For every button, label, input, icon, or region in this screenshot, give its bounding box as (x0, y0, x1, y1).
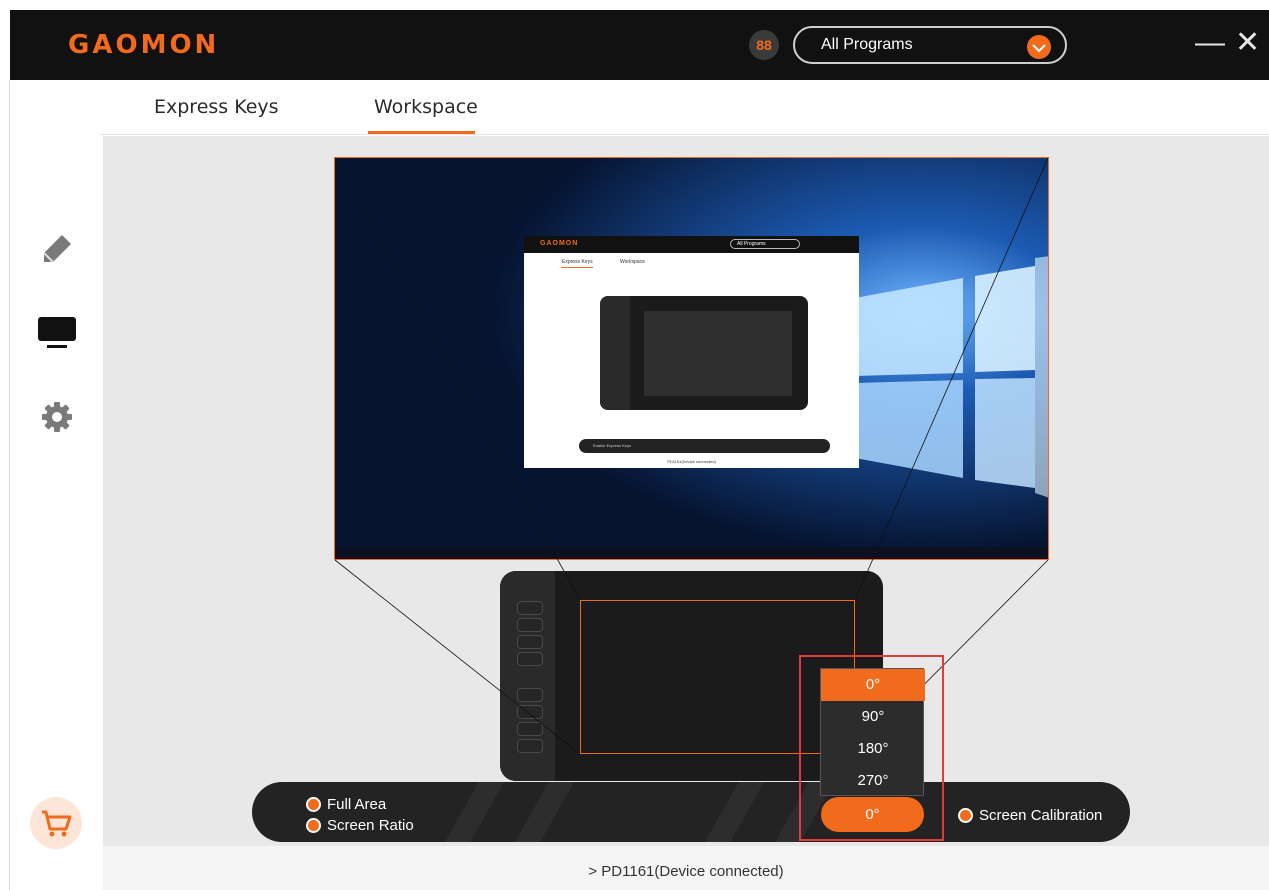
monitor-preview: GAOMON All Programs Express Keys Workspa… (334, 157, 1049, 560)
close-button[interactable]: ✕ (1235, 28, 1260, 58)
preview-tablet (600, 296, 808, 410)
device-status[interactable]: > PD1161(Device connected) (103, 863, 1269, 880)
cart-icon (42, 810, 72, 837)
active-tab-indicator (368, 131, 475, 134)
pen-icon[interactable] (40, 232, 74, 266)
tablet-key (517, 722, 543, 736)
minimize-button[interactable]: — (1195, 28, 1225, 58)
preview-enable-label: Enable Express Keys (593, 443, 632, 448)
monitor-icon[interactable] (37, 316, 77, 350)
title-bar: GAOMON 88 All Programs — ✕ (10, 10, 1269, 80)
tablet-key (517, 601, 543, 615)
tablet-key (517, 635, 543, 649)
full-area-option[interactable]: Full Area (306, 796, 386, 813)
full-area-label: Full Area (327, 796, 387, 813)
radio-icon (306, 797, 321, 812)
chevron-right-icon: > (588, 863, 602, 880)
tablet-key (517, 705, 543, 719)
preview-program-select: All Programs (730, 239, 800, 249)
tablet-key (517, 652, 543, 666)
chevron-down-icon (1027, 35, 1051, 59)
preview-tab-underline (561, 267, 593, 268)
status-bar: > PD1161(Device connected) (103, 846, 1269, 890)
preview-tab-workspace: Workspace (620, 259, 645, 265)
taskbar (335, 547, 1048, 559)
window-border (9, 80, 10, 890)
preview-express-bar: Enable Express Keys (579, 439, 830, 453)
screen-ratio-option[interactable]: Screen Ratio (306, 817, 414, 834)
app-window: GAOMON 88 All Programs — ✕ Express Keys … (0, 0, 1269, 890)
screen-calibration-label: Screen Calibration (979, 807, 1103, 824)
radio-icon (306, 818, 321, 833)
tab-bar: Express Keys Workspace (100, 80, 1269, 135)
program-select[interactable]: All Programs (793, 26, 1067, 64)
device-status-text: PD1161(Device connected) (601, 863, 784, 880)
radio-icon (958, 808, 973, 823)
gear-icon[interactable] (40, 400, 74, 434)
tablet-key-strip (500, 571, 555, 781)
program-icon[interactable]: 88 (749, 30, 779, 60)
preview-tab-express-keys: Express Keys (562, 259, 593, 265)
screen-ratio-label: Screen Ratio (327, 817, 414, 834)
preview-app-window: GAOMON All Programs Express Keys Workspa… (524, 236, 859, 468)
tab-express-keys[interactable]: Express Keys (154, 96, 279, 118)
tablet-key (517, 618, 543, 632)
tablet-key (517, 739, 543, 753)
preview-logo: GAOMON (540, 240, 579, 247)
screen-calibration-button[interactable]: Screen Calibration (958, 807, 1102, 824)
highlight-box (799, 655, 944, 841)
tablet-key (517, 688, 543, 702)
program-select-value: All Programs (821, 36, 913, 53)
app-logo: GAOMON (68, 30, 220, 60)
tab-workspace[interactable]: Workspace (374, 96, 478, 118)
shop-button[interactable] (30, 797, 82, 849)
preview-status: PD1161(Device connected) (667, 459, 716, 464)
